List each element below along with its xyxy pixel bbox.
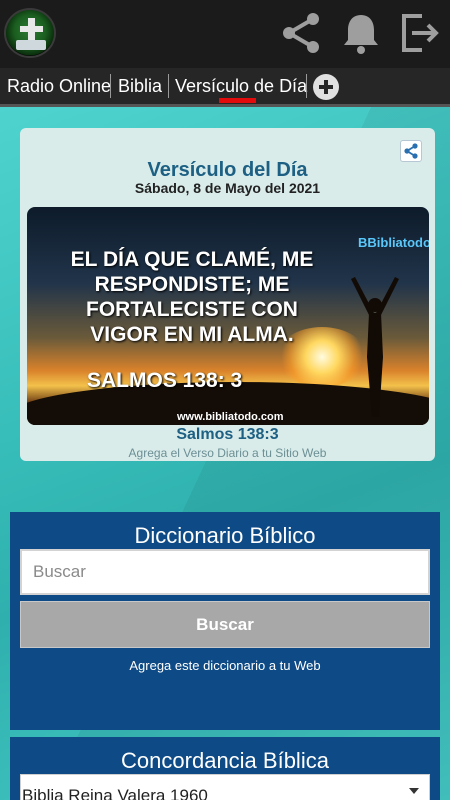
dictionary-search-button[interactable]: Buscar bbox=[20, 601, 430, 648]
bible-dictionary-panel: Diccionario Bíblico Buscar Agrega este d… bbox=[10, 512, 440, 730]
bible-concordance-panel: Concordancia Bíblica Biblia Reina Valera… bbox=[10, 737, 440, 800]
verse-of-the-day-card: Versículo del Día Sábado, 8 de Mayo del … bbox=[20, 128, 435, 461]
tab-separator bbox=[306, 74, 307, 98]
add-dictionary-link[interactable]: Agrega este diccionario a tu Web bbox=[10, 658, 440, 673]
verse-image[interactable]: BBibliatodo EL DÍA QUE CLAMÉ, ME RESPOND… bbox=[27, 207, 429, 425]
add-verse-to-site-link[interactable]: Agrega el Verso Diario a tu Sitio Web bbox=[20, 446, 435, 460]
tab-biblia[interactable]: Biblia bbox=[118, 68, 162, 104]
bibliatodo-logo: BBibliatodo bbox=[358, 235, 429, 250]
share-icon[interactable] bbox=[278, 10, 324, 56]
tab-radio-online[interactable]: Radio Online bbox=[7, 68, 111, 104]
verse-date: Sábado, 8 de Mayo del 2021 bbox=[134, 180, 321, 196]
dictionary-title: Diccionario Bíblico bbox=[134, 523, 316, 548]
verse-image-reference: SALMOS 138: 3 bbox=[87, 369, 243, 392]
dictionary-search-input[interactable] bbox=[20, 549, 430, 595]
tab-underline bbox=[0, 104, 450, 107]
raised-arms-person-icon bbox=[351, 277, 399, 417]
verse-image-url: www.bibliatodo.com bbox=[177, 411, 284, 423]
verse-reference-link[interactable]: Salmos 138:3 bbox=[20, 426, 435, 444]
active-tab-indicator bbox=[219, 98, 256, 103]
bible-version-select[interactable]: Biblia Reina Valera 1960 bbox=[20, 774, 430, 800]
bell-icon[interactable] bbox=[338, 10, 384, 56]
app-bar bbox=[0, 0, 450, 68]
exit-icon[interactable] bbox=[398, 10, 444, 56]
tab-separator bbox=[168, 74, 169, 98]
verse-title: Versículo del Día bbox=[147, 159, 308, 181]
app-logo-icon[interactable] bbox=[4, 8, 56, 58]
verse-image-text: EL DÍA QUE CLAMÉ, ME RESPONDISTE; ME FOR… bbox=[70, 248, 314, 346]
concordance-title: Concordancia Bíblica bbox=[121, 748, 329, 773]
chevron-down-icon[interactable] bbox=[409, 788, 419, 794]
tab-separator bbox=[110, 74, 111, 98]
add-tab-icon[interactable] bbox=[313, 74, 339, 100]
